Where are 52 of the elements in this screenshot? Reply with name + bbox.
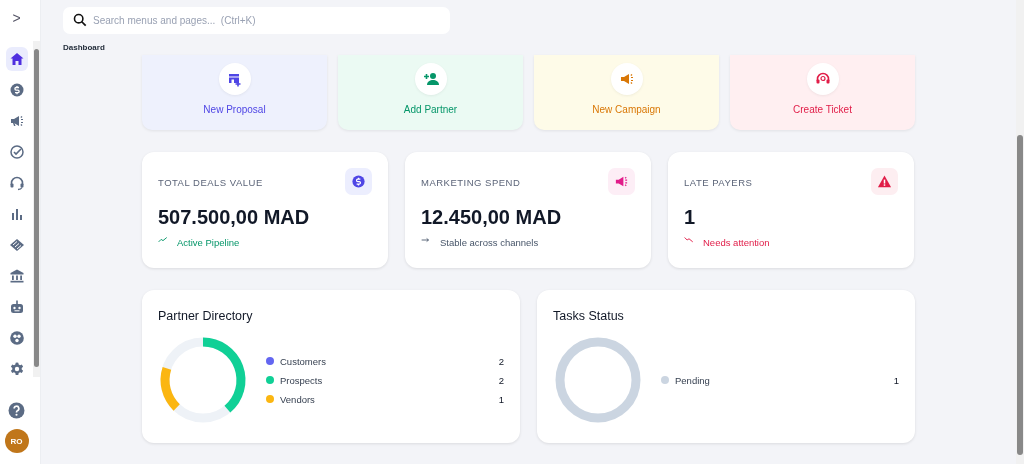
stat-label: TOTAL DEALS VALUE [158, 177, 263, 188]
quick-action-card[interactable]: New Proposal [142, 55, 327, 130]
search-icon [73, 13, 87, 27]
stat-value: 12.450,00 MAD [421, 206, 563, 229]
megaphone-icon [8, 113, 25, 129]
scrollbar[interactable] [33, 41, 40, 377]
check-circle-icon [8, 144, 25, 160]
legend-count: 1 [893, 374, 899, 386]
legend-label: Customers [280, 355, 327, 367]
trend-text: Active Pipeline [177, 237, 240, 248]
help-icon[interactable] [8, 402, 25, 419]
quick-action-card[interactable]: New Campaign [534, 55, 719, 130]
dollar-icon [8, 82, 25, 98]
legend-label: Vendors [280, 393, 316, 405]
legend-count: 2 [498, 355, 504, 367]
legend-count: 1 [498, 393, 504, 405]
legend-label: Pending [675, 374, 711, 386]
warning-icon [871, 168, 898, 195]
stat-value: 507.500,00 MAD [158, 206, 311, 229]
card-title: Tasks Status [553, 309, 625, 323]
robot-icon [8, 299, 25, 315]
card-title: Partner Directory [158, 309, 254, 323]
sidebar-item[interactable] [5, 47, 28, 71]
legend-count: 2 [498, 374, 504, 386]
bank-icon [8, 268, 25, 284]
megaphone-icon [610, 63, 643, 95]
home-icon [8, 51, 25, 67]
legend-label: Prospects [280, 374, 324, 386]
settings-icon [8, 361, 25, 377]
headset-icon [8, 175, 25, 191]
quick-action-card[interactable]: Create Ticket [730, 55, 915, 130]
megaphone-icon [608, 168, 635, 195]
user-avatar[interactable]: RO [4, 429, 29, 453]
quick-action-card[interactable]: Add Partner [338, 55, 523, 130]
dollar-icon [345, 168, 372, 195]
action-label: New Proposal [203, 104, 266, 115]
action-label: Add Partner [403, 104, 458, 115]
expand-sidebar-button[interactable]: > [0, 0, 33, 36]
trend-text: Needs attention [703, 237, 770, 248]
action-label: New Campaign [592, 104, 661, 115]
action-label: Create Ticket [793, 104, 852, 115]
breadcrumb: Dashboard [63, 43, 106, 54]
stat-label: MARKETING SPEND [421, 177, 521, 188]
stat-value: 1 [684, 206, 697, 229]
scrollbar[interactable] [1016, 0, 1024, 464]
circles-icon [8, 330, 25, 346]
search-field[interactable]: Search menus and pages... (Ctrl+K) [63, 7, 450, 34]
trend-text: Stable across channels [440, 237, 539, 248]
person-plus-icon [414, 63, 447, 95]
stat-label: LATE PAYERS [684, 177, 753, 188]
headset-icon [806, 63, 839, 95]
store-plus-icon [218, 63, 251, 95]
